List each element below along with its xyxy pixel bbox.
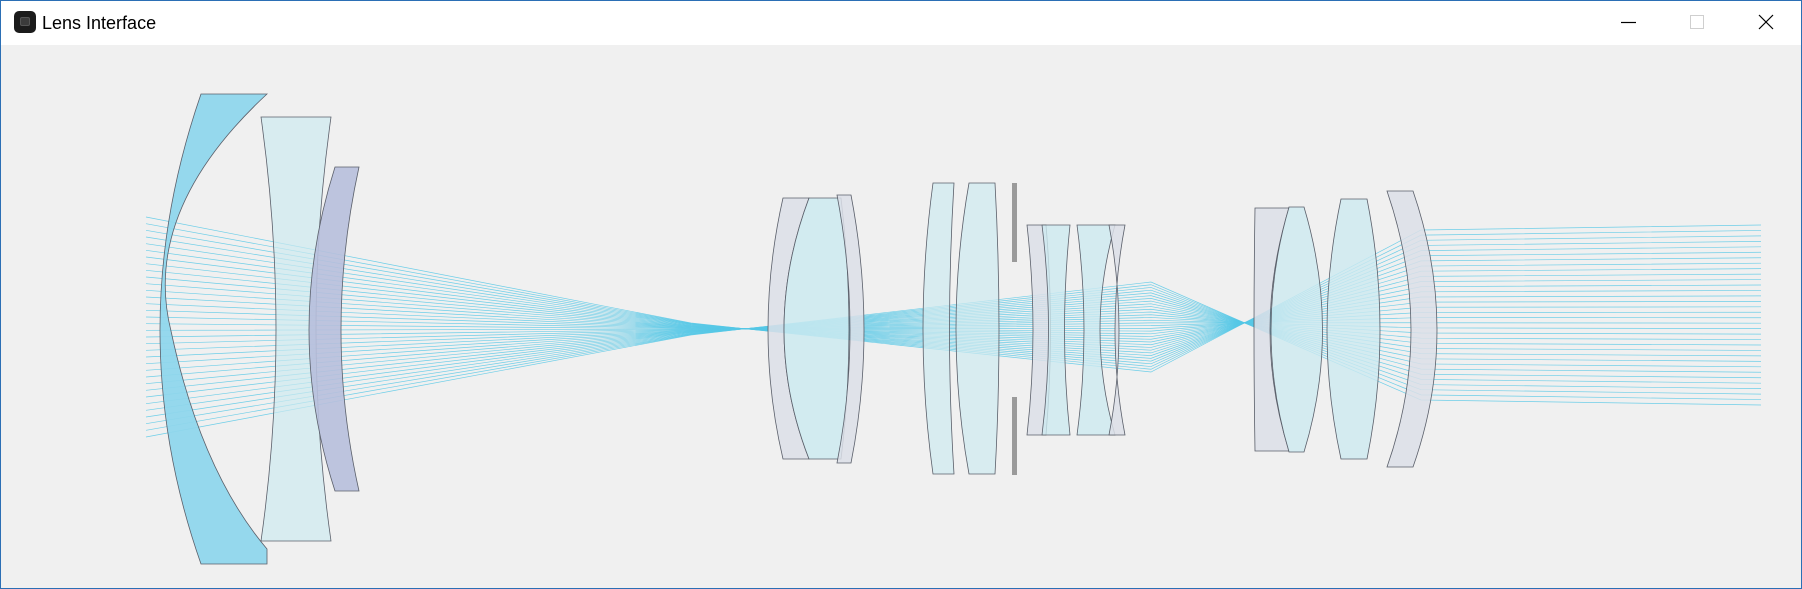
light-ray — [145, 236, 1762, 365]
lens-element-7 — [922, 182, 955, 475]
close-icon — [1758, 14, 1774, 30]
lens-element-16 — [1386, 190, 1438, 468]
minimize-button[interactable] — [1593, 1, 1663, 45]
lens-element-8 — [955, 182, 1000, 475]
aperture-stop-bottom — [1012, 397, 1017, 475]
light-rays — [145, 216, 1762, 438]
lens-element-1 — [159, 93, 269, 565]
light-ray — [145, 298, 1762, 398]
lens-element-12 — [1108, 224, 1126, 436]
aperture-stop-top — [1012, 183, 1017, 262]
title-bar[interactable]: Lens Interface — [1, 1, 1801, 45]
maximize-icon — [1690, 15, 1704, 29]
lens-element-11 — [1076, 224, 1116, 436]
light-ray — [145, 306, 1762, 378]
lens-elements — [159, 93, 1438, 565]
lens-app-icon — [14, 11, 36, 33]
light-ray — [145, 249, 1762, 359]
minimize-icon — [1621, 21, 1636, 24]
light-ray — [145, 287, 1762, 425]
close-button[interactable] — [1731, 1, 1801, 45]
lens-drawing-canvas — [1, 45, 1801, 588]
lens-interface-window: Lens Interface — [0, 0, 1802, 589]
light-ray — [145, 289, 1762, 418]
lens-ray-diagram — [145, 93, 1762, 565]
maximize-button[interactable] — [1661, 1, 1731, 45]
light-ray — [145, 229, 1762, 367]
window-title: Lens Interface — [42, 13, 157, 33]
light-ray — [145, 319, 1762, 345]
lens-element-15 — [1326, 198, 1381, 460]
